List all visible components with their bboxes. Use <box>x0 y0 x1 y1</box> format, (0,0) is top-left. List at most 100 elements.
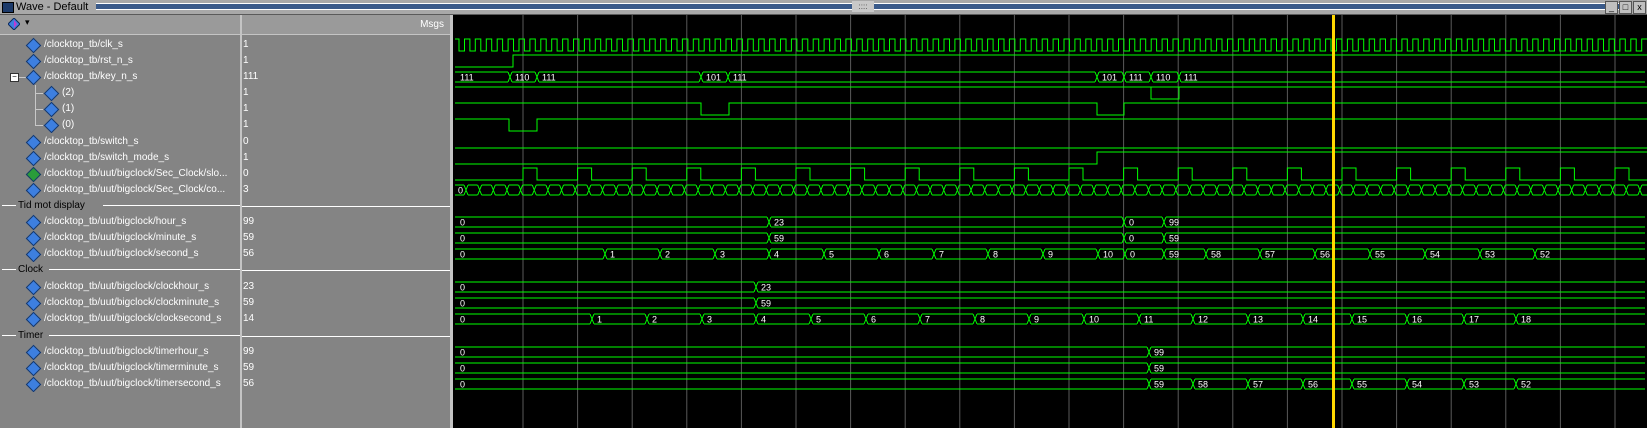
group-divider-g1[interactable]: Tid mot display <box>0 199 240 213</box>
bus-value-label: 11 <box>1144 315 1153 325</box>
signal-row-switch[interactable]: /clocktop_tb/switch_s <box>0 134 240 150</box>
bus-value-label: 59 <box>1169 234 1179 244</box>
bus-value-label: 0 <box>460 234 465 244</box>
signal-value-switchmode: 1 <box>243 152 249 163</box>
bus-transition-csecond <box>1404 313 1410 325</box>
bus-segment-second <box>1537 248 1645 260</box>
bus-segment-key <box>539 71 699 83</box>
bus-segment-key <box>1181 71 1645 83</box>
signal-name: /clocktop_tb/uut/bigclock/hour_s <box>44 216 187 227</box>
signal-icon <box>25 150 42 166</box>
bus-transition-chour <box>753 281 759 293</box>
bus-transition-csecond <box>863 313 869 325</box>
time-cursor <box>1332 15 1335 428</box>
bus-value-label: 0 <box>458 186 463 196</box>
signal-row-hour[interactable]: /clocktop_tb/uut/bigclock/hour_s <box>0 214 240 230</box>
signal-value-tminute: 59 <box>243 362 255 373</box>
signal-name: /clocktop_tb/uut/bigclock/timerhour_s <box>44 346 209 357</box>
minimize-button[interactable]: _ <box>1605 1 1618 14</box>
bus-transition-key <box>1148 71 1154 83</box>
bus-segment-csecond <box>1518 313 1645 325</box>
signal-row-thour[interactable]: /clocktop_tb/uut/bigclock/timerhour_s <box>0 344 240 360</box>
bus-value-label: 9 <box>1034 315 1039 325</box>
bus-transition-hour <box>766 216 772 228</box>
signal-row-second[interactable]: /clocktop_tb/uut/bigclock/second_s <box>0 246 240 262</box>
bus-value-label: 55 <box>1357 380 1367 390</box>
signal-row-tsecond[interactable]: /clocktop_tb/uut/bigclock/timersecond_s <box>0 376 240 392</box>
bus-transition-key <box>1094 71 1100 83</box>
bus-segment-minute <box>1166 232 1645 244</box>
bus-segment-thour <box>455 346 1147 358</box>
signal-value-rst: 1 <box>243 55 249 66</box>
bus-value-label: 4 <box>761 315 766 325</box>
bus-value-label: 10 <box>1089 315 1099 325</box>
bus-transition-second <box>1312 248 1318 260</box>
signal-name: /clocktop_tb/uut/bigclock/clockminute_s <box>44 297 220 308</box>
bus-transition-csecond <box>1349 313 1355 325</box>
signal-value-count: 3 <box>243 184 249 195</box>
bus-value-label: 8 <box>993 250 998 260</box>
signal-row-key0[interactable]: (0) <box>0 117 240 133</box>
close-button[interactable]: x <box>1633 1 1646 14</box>
tree-line <box>35 93 43 94</box>
bus-transition-csecond <box>917 313 923 325</box>
bit-waveform-slow <box>455 167 1647 181</box>
bus-value-label: 1 <box>610 250 615 260</box>
signal-values-pane: Msgs 1 1 111 1 1 1 0 1 0 3 99 59 56 23 59 14 99 59 56 <box>242 15 450 428</box>
bus-transition-minute <box>766 232 772 244</box>
bus-transition-second <box>766 248 772 260</box>
bus-transition-second <box>821 248 827 260</box>
signal-icon <box>43 101 60 117</box>
bus-value-label: 6 <box>884 250 889 260</box>
signal-value-switch: 0 <box>243 136 249 147</box>
bus-segment-tminute <box>455 362 1147 374</box>
signal-row-minute[interactable]: /clocktop_tb/uut/bigclock/minute_s <box>0 230 240 246</box>
cursor-tool-icon[interactable] <box>8 18 20 30</box>
signal-icon <box>25 344 42 360</box>
signal-row-csecond[interactable]: /clocktop_tb/uut/bigclock/clocksecond_s <box>0 311 240 327</box>
titlebar-grip-icon[interactable]: :::: <box>852 1 874 12</box>
bus-transition-second <box>1161 248 1167 260</box>
signal-name: /clocktop_tb/uut/bigclock/timerminute_s <box>44 362 219 373</box>
bus-value-label: 59 <box>761 299 771 309</box>
collapse-icon[interactable]: − <box>10 73 19 82</box>
signal-icon <box>25 295 42 311</box>
bus-value-label: 8 <box>980 315 985 325</box>
chevron-down-icon[interactable]: ▾ <box>25 17 30 28</box>
bus-transition-second <box>985 248 991 260</box>
signal-row-clk[interactable]: /clocktop_tb/clk_s <box>0 37 240 53</box>
group-line <box>49 269 240 270</box>
signal-name: /clocktop_tb/switch_s <box>44 136 139 147</box>
bus-segment-hour <box>455 216 767 228</box>
signal-name: /clocktop_tb/rst_n_s <box>44 55 133 66</box>
signal-row-key2[interactable]: (2) <box>0 85 240 101</box>
signal-row-tminute[interactable]: /clocktop_tb/uut/bigclock/timerminute_s <box>0 360 240 376</box>
signal-icon <box>25 134 42 150</box>
signal-output-icon <box>25 166 42 182</box>
bus-transition-second <box>931 248 937 260</box>
group-divider-g3[interactable]: Timer <box>0 329 240 343</box>
signal-row-chour[interactable]: /clocktop_tb/uut/bigclock/clockhour_s <box>0 279 240 295</box>
signal-row-count[interactable]: /clocktop_tb/uut/bigclock/Sec_Clock/co..… <box>0 182 240 198</box>
bus-value-label: 111 <box>1184 73 1198 83</box>
maximize-button[interactable]: □ <box>1619 1 1632 14</box>
signal-row-cminute[interactable]: /clocktop_tb/uut/bigclock/clockminute_s <box>0 295 240 311</box>
waveform-canvas[interactable]: 111 110 111 101 111 101 111 110 11100 23 0 990 59 0 59… <box>453 15 1647 428</box>
waveform-pane[interactable]: 111 110 111 101 111 101 111 110 111 0 0 23 0 99 0 59 0 59… <box>453 15 1647 428</box>
group-divider-g2[interactable]: Clock <box>0 263 240 277</box>
bus-value-label: 9 <box>1048 250 1053 260</box>
signal-row-switchmode[interactable]: /clocktop_tb/switch_mode_s <box>0 150 240 166</box>
bus-value-label: 56 <box>1320 250 1330 260</box>
bus-value-label: 7 <box>939 250 944 260</box>
signal-row-slow[interactable]: /clocktop_tb/uut/bigclock/Sec_Clock/slo.… <box>0 166 240 182</box>
bit-waveform-key1 <box>455 102 1647 116</box>
bus-transition-second <box>1532 248 1538 260</box>
signal-value-key2: 1 <box>243 87 249 98</box>
signal-value-chour: 23 <box>243 281 255 292</box>
signal-row-key[interactable]: − /clocktop_tb/key_n_s <box>0 69 240 85</box>
bus-value-label: 0 <box>1129 234 1134 244</box>
bus-transition-csecond <box>1461 313 1467 325</box>
group-line <box>2 269 16 270</box>
signal-row-rst[interactable]: /clocktop_tb/rst_n_s <box>0 53 240 69</box>
signal-row-key1[interactable]: (1) <box>0 101 240 117</box>
